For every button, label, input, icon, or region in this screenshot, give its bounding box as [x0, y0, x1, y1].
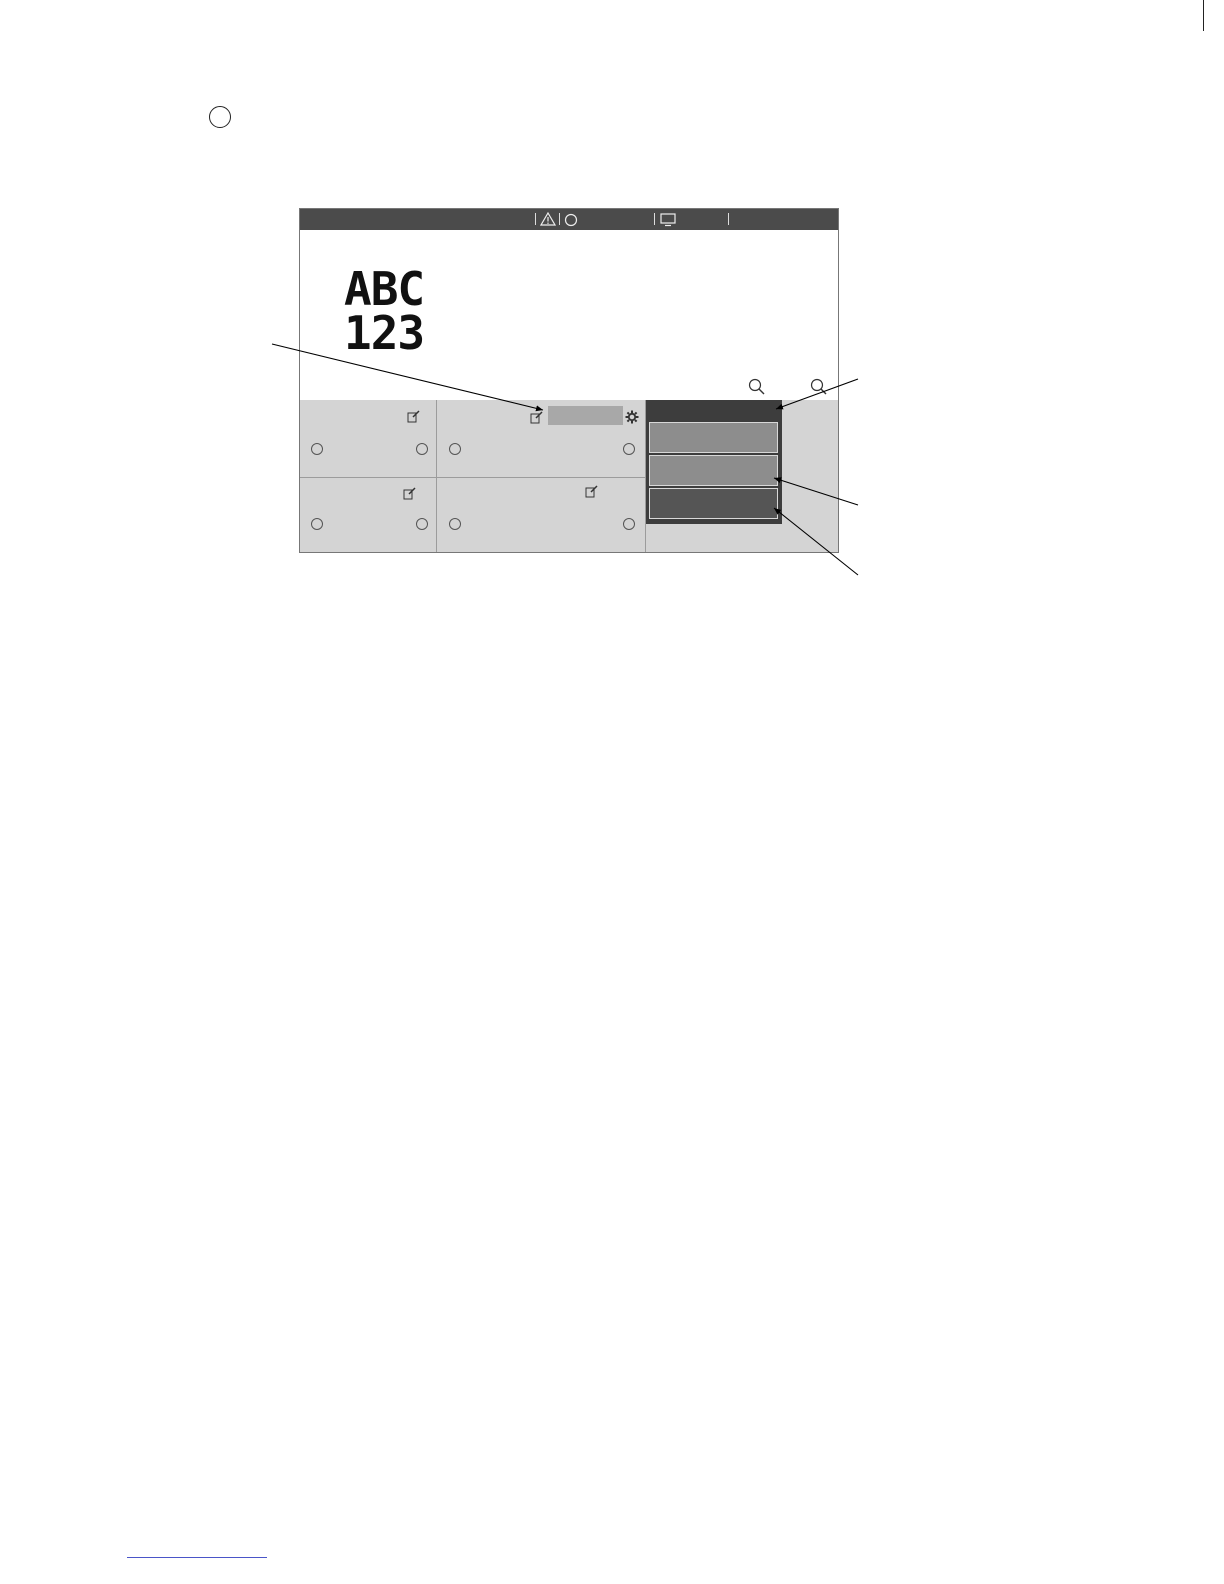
radio-button[interactable] [416, 443, 428, 455]
gear-icon[interactable] [625, 410, 639, 424]
dropdown-menu[interactable] [646, 400, 782, 524]
radio-button[interactable] [416, 518, 428, 530]
edit-icon[interactable] [585, 484, 599, 498]
step-number-marker [209, 106, 231, 128]
status-separator [654, 213, 655, 225]
radio-button[interactable] [311, 518, 323, 530]
edit-icon[interactable] [530, 410, 544, 424]
dropdown-option-2[interactable] [649, 455, 778, 486]
radio-button[interactable] [623, 443, 635, 455]
preview-line-2: 123 [344, 306, 425, 360]
radio-button[interactable] [623, 518, 635, 530]
status-separator [728, 213, 729, 225]
crop-mark [1203, 0, 1204, 31]
dropdown-option-1[interactable] [649, 422, 778, 453]
monitor-icon [660, 213, 676, 227]
edit-icon[interactable] [403, 486, 417, 500]
cell-bottom-left[interactable] [300, 478, 437, 552]
cell-bottom-middle[interactable] [437, 478, 646, 552]
radio-button[interactable] [449, 518, 461, 530]
status-bar [300, 209, 838, 230]
radio-button[interactable] [449, 443, 461, 455]
zoom-out-icon[interactable] [810, 378, 828, 396]
status-separator [559, 213, 560, 225]
label-preview: ABC 123 [344, 262, 425, 360]
dropdown-option-3[interactable] [649, 488, 778, 519]
radio-button[interactable] [311, 443, 323, 455]
footer-link-underline[interactable] [127, 1557, 267, 1558]
circle-status-icon [564, 213, 578, 227]
device-screen: ABC 123 [299, 208, 839, 553]
status-separator [535, 213, 536, 225]
warning-icon [540, 212, 556, 226]
text-field[interactable] [548, 406, 623, 425]
zoom-in-icon[interactable] [748, 378, 766, 396]
preview-line-1: ABC [344, 262, 425, 316]
cell-top-left[interactable] [300, 400, 437, 478]
edit-icon[interactable] [407, 409, 421, 423]
